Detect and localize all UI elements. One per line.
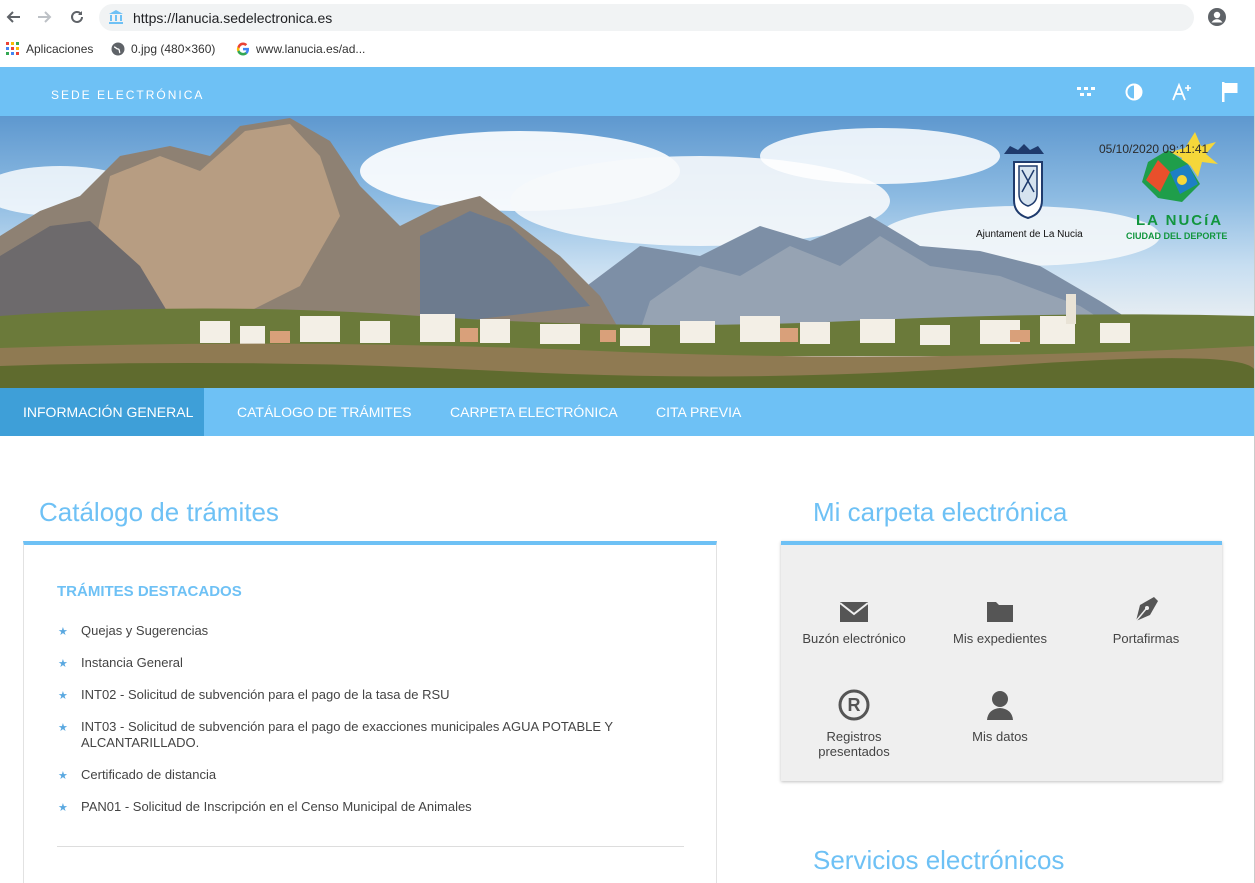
list-item[interactable]: ★ PAN01 - Solicitud de Inscripción en el … <box>58 799 658 815</box>
list-item[interactable]: ★ Certificado de distancia <box>58 767 658 783</box>
profile-button[interactable] <box>1207 7 1227 32</box>
folder-heading: Mi carpeta electrónica <box>813 497 1068 527</box>
account-icon <box>1208 8 1226 26</box>
current-datetime: 05/10/2020 09:11:41 <box>1099 142 1209 156</box>
browser-toolbar: https://lanucia.sedelectronica.es <box>0 0 1255 35</box>
coat-of-arms-caption: Ajuntament de La Nucia <box>976 229 1083 240</box>
logo-title: LA NUCíA <box>1136 212 1224 229</box>
nav-item-carpeta-electronica[interactable]: CARPETA ELECTRÓNICA <box>450 388 618 436</box>
logo-subtitle: CIUDAD DEL DEPORTE <box>1126 231 1228 241</box>
url-text: https://lanucia.sedelectronica.es <box>133 10 333 26</box>
institution-icon <box>109 10 123 24</box>
star-icon: ★ <box>58 626 68 638</box>
google-icon <box>236 42 249 56</box>
apps-grid-icon <box>1077 87 1095 96</box>
bookmark-label: Aplicaciones <box>26 42 94 56</box>
procedure-link[interactable]: INT02 - Solicitud de subvención para el … <box>81 687 450 702</box>
procedure-link[interactable]: INT03 - Solicitud de subvención para el … <box>81 719 613 750</box>
services-heading: Servicios electrónicos <box>813 845 1065 875</box>
tile-registros-presentados[interactable]: R Registros presentados <box>781 685 927 759</box>
electronic-folder-panel: Buzón electrónico Mis expedientes Portaf… <box>781 541 1222 781</box>
site-title[interactable]: SEDE ELECTRÓNICA <box>51 88 204 102</box>
tile-label: Portafirmas <box>1112 631 1180 646</box>
user-icon <box>987 691 1013 720</box>
divider <box>57 846 684 847</box>
star-icon: ★ <box>58 802 68 814</box>
featured-procedures-panel: TRÁMITES DESTACADOS ★ Quejas y Sugerencia… <box>23 541 717 883</box>
procedure-link[interactable]: Instancia General <box>81 655 183 670</box>
font-size-button[interactable] <box>1171 80 1195 104</box>
list-item[interactable]: ★ INT02 - Solicitud de subvención para el… <box>58 687 658 703</box>
site-header: SEDE ELECTRÓNICA <box>0 67 1255 116</box>
list-item[interactable]: ★ Instancia General <box>58 655 658 671</box>
procedure-link[interactable]: Quejas y Sugerencias <box>81 623 208 638</box>
tile-label: Mis expedientes <box>953 631 1047 646</box>
bookmark-lanucia[interactable]: www.lanucia.es/ad... <box>236 42 365 56</box>
tile-label: Mis datos <box>972 729 1028 744</box>
reload-button[interactable] <box>67 7 87 27</box>
contrast-button[interactable] <box>1122 80 1146 104</box>
nav-item-cita-previa[interactable]: CITA PREVIA <box>656 388 741 436</box>
header-banner: 05/10/2020 09:11:41 Ajuntament de La Nuc… <box>0 116 1255 388</box>
font-size-icon <box>1172 82 1191 101</box>
address-bar[interactable]: https://lanucia.sedelectronica.es <box>99 4 1194 31</box>
tile-mis-datos[interactable]: Mis datos <box>927 685 1073 744</box>
registered-icon: R <box>838 689 870 721</box>
bookmarks-bar: Aplicaciones 0.jpg (480×360) www.lanucia… <box>0 35 1255 67</box>
procedure-link[interactable]: Certificado de distancia <box>81 767 216 782</box>
star-icon: ★ <box>58 770 68 782</box>
arrow-left-icon <box>6 11 20 23</box>
arrow-right-icon <box>38 11 52 23</box>
folder-icon <box>987 602 1013 622</box>
language-button[interactable] <box>1218 80 1242 104</box>
nav-item-catalogo-tramites[interactable]: CATÁLOGO DE TRÁMITES <box>237 388 412 436</box>
tile-label: Registros presentados <box>818 729 890 759</box>
tile-buzon-electronico[interactable]: Buzón electrónico <box>781 587 927 646</box>
svg-text:R: R <box>848 695 861 715</box>
main-navigation: INFORMACIÓN GENERAL CATÁLOGO DE TRÁMITES… <box>0 388 1255 436</box>
language-flag-icon <box>1222 82 1238 102</box>
bookmark-apps[interactable]: Aplicaciones <box>6 42 93 56</box>
star-icon: ★ <box>58 658 68 670</box>
mail-icon <box>839 602 869 622</box>
apps-grid-icon <box>6 42 19 55</box>
globe-icon <box>111 42 125 56</box>
nav-item-informacion-general[interactable]: INFORMACIÓN GENERAL <box>0 388 204 436</box>
back-button[interactable] <box>3 7 23 27</box>
tile-portafirmas[interactable]: Portafirmas <box>1073 587 1219 646</box>
star-icon: ★ <box>58 722 68 734</box>
contrast-icon <box>1125 83 1143 101</box>
bookmark-label: 0.jpg (480×360) <box>131 42 216 56</box>
tile-mis-expedientes[interactable]: Mis expedientes <box>927 587 1073 646</box>
featured-procedures-list: ★ Quejas y Sugerencias ★ Instancia General… <box>58 623 658 831</box>
forward-button[interactable] <box>35 7 55 27</box>
reload-icon <box>71 10 83 23</box>
catalog-heading: Catálogo de trámites <box>39 497 279 527</box>
bookmark-image[interactable]: 0.jpg (480×360) <box>111 42 215 56</box>
star-icon: ★ <box>58 690 68 702</box>
tile-label: Buzón electrónico <box>802 631 906 646</box>
bookmark-label: www.lanucia.es/ad... <box>256 42 366 56</box>
procedure-link[interactable]: PAN01 - Solicitud de Inscripción en el C… <box>81 799 472 814</box>
list-item[interactable]: ★ Quejas y Sugerencias <box>58 623 658 639</box>
featured-title: TRÁMITES DESTACADOS <box>57 583 242 600</box>
mountain-landscape-image <box>0 118 1255 388</box>
list-item[interactable]: ★ INT03 - Solicitud de subvención para el… <box>58 719 658 751</box>
apps-button[interactable] <box>1074 80 1098 104</box>
pen-icon <box>1135 597 1158 622</box>
